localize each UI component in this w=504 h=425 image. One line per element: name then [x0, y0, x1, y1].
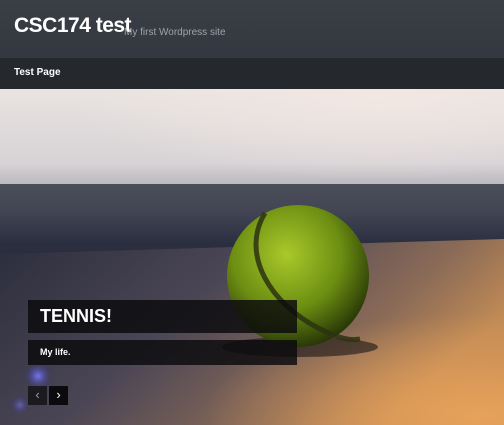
- slide-caption-title-box: TENNIS!: [28, 300, 297, 333]
- site-header: CSC174 test My first Wordpress site: [0, 0, 504, 58]
- nav-item-test-page[interactable]: Test Page: [14, 67, 61, 78]
- chevron-right-icon: ›: [56, 387, 61, 402]
- hero-image: [0, 89, 504, 425]
- slide-caption-text-box: My life.: [28, 340, 297, 365]
- hero-slider: TENNIS! My life. ‹ ›: [0, 89, 504, 425]
- slider-next-button[interactable]: ›: [49, 386, 68, 405]
- site-tagline: My first Wordpress site: [124, 27, 226, 38]
- chevron-left-icon: ‹: [35, 387, 40, 402]
- slide-caption-text: My life.: [40, 347, 71, 357]
- slide-caption-title: TENNIS!: [40, 306, 112, 326]
- slider-prev-button[interactable]: ‹: [28, 386, 47, 405]
- primary-navigation: Test Page: [0, 58, 504, 89]
- site-title[interactable]: CSC174 test: [14, 14, 132, 38]
